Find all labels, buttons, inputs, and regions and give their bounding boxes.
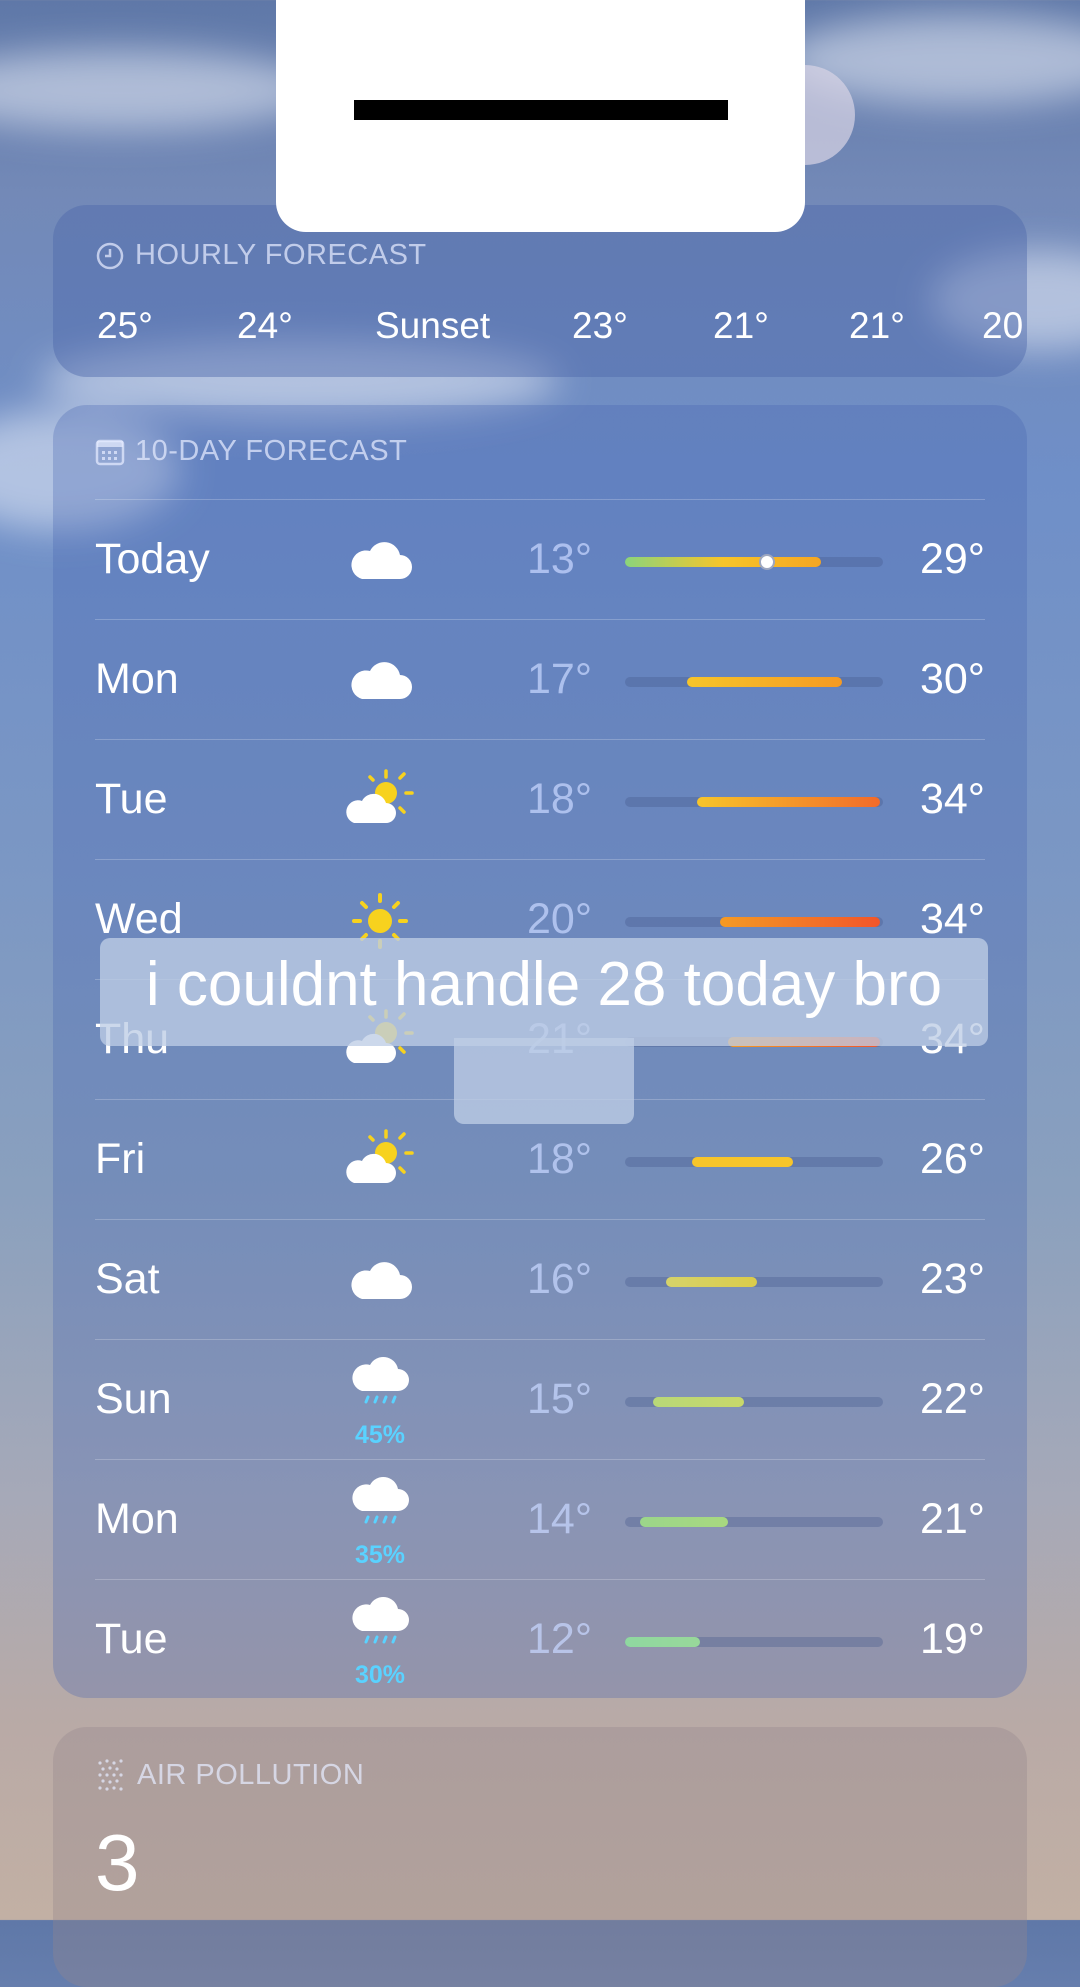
hourly-forecast-title: HOURLY FORECAST — [135, 239, 427, 271]
air-pollution-header: AIR POLLUTION — [95, 1757, 364, 1793]
row-divider — [95, 1339, 985, 1340]
row-divider — [95, 1219, 985, 1220]
high-temperature: 26° — [919, 1135, 985, 1183]
current-temperature-marker — [758, 554, 775, 570]
row-divider — [95, 499, 985, 500]
redaction-bar — [354, 100, 728, 120]
temperature-range-fill — [692, 1157, 793, 1167]
temperature-range-fill — [640, 1517, 729, 1527]
cloud-rain-icon — [340, 1587, 420, 1667]
forecast-row[interactable]: Tue 18° 34° — [95, 739, 985, 859]
forecast-row[interactable]: Today 13° 29° — [95, 499, 985, 619]
row-divider — [95, 1459, 985, 1460]
high-temperature: 22° — [919, 1375, 985, 1423]
temperature-range-fill — [686, 677, 842, 687]
forecast-row[interactable]: Sat 16° 23° — [95, 1219, 985, 1339]
hourly-value: 23° — [572, 305, 628, 346]
air-quality-icon — [98, 1759, 123, 1791]
precipitation-chance: 45% — [354, 1421, 406, 1449]
cloud-icon — [340, 1241, 420, 1321]
row-divider — [95, 619, 985, 620]
row-divider — [95, 859, 985, 860]
high-temperature: 23° — [919, 1255, 985, 1303]
clock-icon — [96, 242, 124, 269]
forecast-day: Sat — [95, 1255, 160, 1303]
hourly-forecast-header: HOURLY FORECAST — [95, 239, 427, 272]
hourly-value: 20 — [982, 305, 1024, 346]
caption-background — [454, 1038, 634, 1124]
hourly-value: 21° — [713, 305, 769, 346]
forecast-row[interactable]: Mon 35% 14° 21° — [95, 1459, 985, 1579]
temperature-range-bar — [625, 1397, 883, 1407]
temperature-range-bar — [625, 917, 883, 927]
air-pollution-value: 3 — [95, 1818, 140, 1907]
air-pollution-card[interactable]: AIR POLLUTION 3 — [53, 1727, 1027, 1987]
calendar-icon — [95, 439, 125, 465]
temperature-range-bar — [625, 1277, 883, 1287]
temperature-range-bar — [625, 1637, 883, 1647]
high-temperature: 29° — [919, 535, 985, 583]
forecast-day: Fri — [95, 1135, 146, 1183]
hourly-values: 25° 24° Sunset 23° 21° 21° 20 — [0, 305, 1080, 365]
temperature-range-fill — [697, 797, 881, 807]
forecast-day: Tue — [95, 1615, 168, 1663]
high-temperature: 34° — [919, 775, 985, 823]
hourly-value: 21° — [849, 305, 905, 346]
temperature-range-bar — [625, 1517, 883, 1527]
hourly-value: Sunset — [375, 305, 491, 346]
hourly-value: 24° — [237, 305, 293, 346]
high-temperature: 30° — [919, 655, 985, 703]
cloud-rain-icon — [340, 1467, 420, 1547]
temperature-range-fill — [720, 917, 881, 927]
forecast-day: Mon — [95, 655, 179, 703]
forecast-row[interactable]: Tue 30% 12° 19° — [95, 1579, 985, 1699]
temperature-range-bar — [625, 554, 883, 570]
temperature-range-fill — [625, 557, 822, 567]
caption-overlay: i couldnt handle 28 today bro — [0, 930, 1080, 1130]
forecast-row[interactable]: Sun 45% 15° 22° — [95, 1339, 985, 1459]
cloud-icon — [340, 641, 420, 721]
precipitation-chance: 35% — [354, 1541, 406, 1569]
temperature-range-bar — [625, 677, 883, 687]
cloud-rain-icon — [340, 1347, 420, 1427]
row-divider — [95, 739, 985, 740]
forecast-day: Today — [95, 535, 210, 583]
ten-day-forecast-title: 10-DAY FORECAST — [135, 435, 408, 467]
forecast-day: Tue — [95, 775, 168, 823]
forecast-day: Mon — [95, 1495, 179, 1543]
cloud-icon — [340, 521, 420, 601]
temperature-range-bar — [625, 1157, 883, 1167]
precipitation-chance: 30% — [354, 1661, 406, 1689]
partly-sunny-icon — [340, 1121, 420, 1201]
forecast-day: Sun — [95, 1375, 172, 1423]
air-pollution-title: AIR POLLUTION — [137, 1758, 365, 1791]
row-divider — [95, 1579, 985, 1580]
high-temperature: 19° — [919, 1615, 985, 1663]
temperature-range-bar — [625, 797, 883, 807]
redaction-box — [276, 0, 805, 232]
caption-text: i couldnt handle 28 today bro — [145, 950, 943, 1019]
temperature-range-fill — [666, 1277, 757, 1287]
forecast-row[interactable]: Mon 17° 30° — [95, 619, 985, 739]
partly-sunny-icon — [340, 761, 420, 841]
ten-day-forecast-header: 10-DAY FORECAST — [95, 435, 407, 468]
temperature-range-fill — [625, 1637, 700, 1647]
temperature-range-fill — [653, 1397, 744, 1407]
hourly-value: 25° — [97, 305, 153, 346]
high-temperature: 21° — [919, 1495, 985, 1543]
